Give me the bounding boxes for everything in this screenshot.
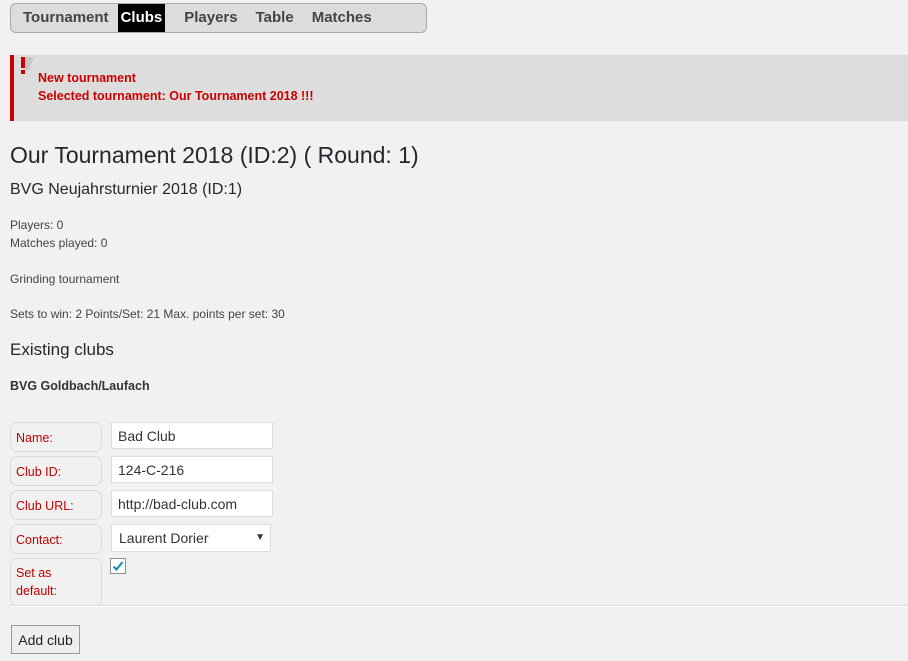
contact-label: Contact:	[10, 524, 102, 554]
players-count: Players: 0	[10, 218, 64, 232]
form-divider	[10, 605, 908, 607]
tournament-rules: Sets to win: 2 Points/Set: 21 Max. point…	[10, 307, 285, 321]
club-url-input[interactable]	[111, 490, 273, 517]
tab-tournament[interactable]: Tournament	[14, 4, 118, 32]
tab-players[interactable]: Players	[175, 4, 246, 32]
exclamation-icon	[19, 56, 35, 76]
default-label-line2: default:	[16, 584, 58, 598]
tab-bar: Tournament Clubs Players Table Matches	[10, 3, 427, 33]
notice-message: Selected tournament: Our Tournament 2018…	[38, 89, 314, 103]
matches-played: Matches played: 0	[10, 236, 108, 250]
contact-selected-value: Laurent Dorier	[119, 530, 209, 546]
chevron-down-icon: ▼	[255, 532, 265, 543]
default-checkbox[interactable]	[110, 558, 126, 574]
default-label-line1: Set as	[16, 566, 52, 580]
tab-table[interactable]: Table	[247, 4, 303, 32]
page-title: Our Tournament 2018 (ID:2) ( Round: 1)	[10, 142, 419, 168]
existing-clubs-heading: Existing clubs	[10, 340, 114, 359]
add-club-button[interactable]: Add club	[11, 625, 80, 654]
club-id-input[interactable]	[111, 456, 273, 483]
existing-club-item: BVG Goldbach/Laufach	[10, 379, 150, 393]
notice-banner: New tournament Selected tournament: Our …	[10, 55, 908, 121]
name-label: Name:	[10, 422, 102, 452]
tournament-subtitle: BVG Neujahrsturnier 2018 (ID:1)	[10, 181, 243, 198]
club-url-label: Club URL:	[10, 490, 102, 520]
name-input[interactable]	[111, 422, 273, 449]
tab-matches[interactable]: Matches	[303, 4, 381, 32]
club-id-label: Club ID:	[10, 456, 102, 486]
tournament-type: Grinding tournament	[10, 272, 120, 286]
contact-select[interactable]: Laurent Dorier ▼	[111, 524, 271, 552]
notice-title: New tournament	[38, 71, 136, 85]
default-label: Set as default:	[10, 558, 102, 606]
tab-clubs[interactable]: Clubs	[117, 4, 166, 32]
